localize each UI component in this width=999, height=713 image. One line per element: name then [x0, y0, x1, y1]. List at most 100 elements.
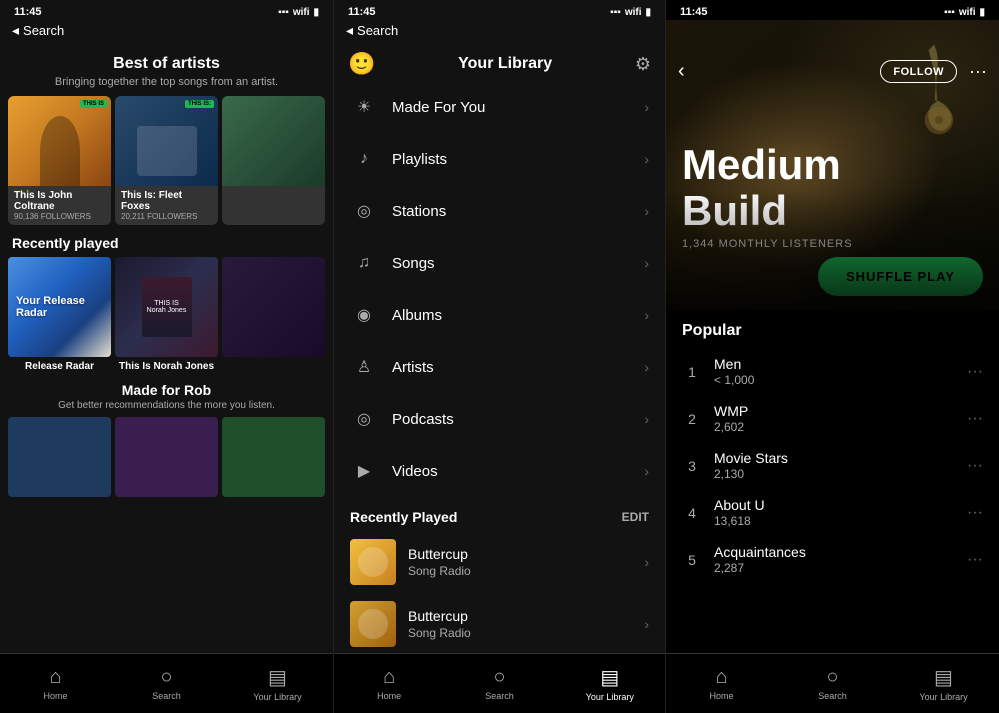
popular-track-1[interactable]: 1 Men < 1,000 ··· — [682, 348, 983, 395]
more-icon-5[interactable]: ··· — [967, 551, 983, 569]
back-arrow-p1[interactable]: ◂ — [12, 22, 19, 39]
menu-item-albums[interactable]: ◉ Albums › — [334, 289, 665, 341]
recently-item-buttercup2[interactable]: Buttercup Song Radio › — [334, 593, 665, 655]
chevron-stations: › — [644, 203, 649, 219]
albums-icon: ◉ — [350, 301, 378, 329]
nav-search-p1[interactable]: ○ Search — [111, 666, 222, 701]
artist-card-extra[interactable] — [222, 96, 325, 225]
made-for-title: Made for Rob — [12, 382, 321, 398]
videos-icon: ▶ — [350, 457, 378, 485]
artist-card-ff[interactable]: THIS IS: This Is: Fleet Foxes 20,211 FOL… — [115, 96, 218, 225]
made-card-1[interactable] — [8, 417, 111, 497]
signal-icon-p3: ▪▪▪ — [944, 7, 955, 18]
artist-name-ff: This Is: Fleet Foxes — [121, 190, 212, 212]
recent-card-nj[interactable]: THIS ISNorah Jones This Is Norah Jones — [115, 257, 218, 372]
recently-played-title: Recently played — [0, 225, 333, 257]
panel-artist: 11:45 ▪▪▪ wifi ▮ ‹ FOLLOW ··· Medium — [666, 0, 999, 713]
popular-track-4[interactable]: 4 About U 13,618 ··· — [682, 489, 983, 536]
time-p1: 11:45 — [14, 6, 42, 18]
recent-card-extra[interactable] — [222, 257, 325, 372]
menu-label-podcasts: Podcasts — [392, 411, 644, 428]
nav-bar-p1: ◂ Search — [0, 20, 333, 45]
track-info-5: Acquaintances 2,287 — [714, 544, 967, 575]
nav-library-p1[interactable]: ▤ Your Library — [222, 665, 333, 702]
more-icon-4[interactable]: ··· — [967, 504, 983, 522]
menu-label-albums: Albums — [392, 307, 644, 324]
thumb-buttercup2 — [350, 601, 396, 647]
menu-item-podcasts[interactable]: ◎ Podcasts › — [334, 393, 665, 445]
sun-icon: ☀ — [350, 93, 378, 121]
follow-button[interactable]: FOLLOW — [880, 60, 957, 83]
search-icon-p1: ○ — [160, 666, 172, 689]
chevron-buttercup1: › — [644, 554, 649, 570]
popular-track-3[interactable]: 3 Movie Stars 2,130 ··· — [682, 442, 983, 489]
home-icon-p3: ⌂ — [715, 666, 727, 689]
back-arrow-p2[interactable]: ◂ — [346, 22, 353, 39]
more-icon-2[interactable]: ··· — [967, 410, 983, 428]
chevron-songs: › — [644, 255, 649, 271]
popular-title: Popular — [682, 322, 983, 340]
menu-item-artists[interactable]: ♙ Artists › — [334, 341, 665, 393]
artists-icon: ♙ — [350, 353, 378, 381]
chevron-made-for-you: › — [644, 99, 649, 115]
menu-label-artists: Artists — [392, 359, 644, 376]
status-icons-p3: ▪▪▪ wifi ▮ — [944, 7, 985, 18]
back-btn-p3[interactable]: ‹ — [678, 60, 685, 83]
rank-5: 5 — [682, 552, 702, 568]
p3-hero: ‹ FOLLOW ··· Medium Build 1,344 MONTHLY … — [666, 20, 999, 310]
more-icon-3[interactable]: ··· — [967, 457, 983, 475]
playlist-icon: ♪ — [350, 145, 378, 173]
track-info-4: About U 13,618 — [714, 497, 967, 528]
popular-track-2[interactable]: 2 WMP 2,602 ··· — [682, 395, 983, 442]
recently-info-buttercup2: Buttercup Song Radio — [408, 608, 644, 640]
nav-search-label-p2[interactable]: Search — [357, 23, 398, 38]
nav-search-label-p1[interactable]: Search — [23, 23, 64, 38]
artist-name-jc: This Is John Coltrane — [14, 190, 105, 212]
more-icon-1[interactable]: ··· — [967, 363, 983, 381]
thumb-buttercup1 — [350, 539, 396, 585]
search-label-p3: Search — [818, 691, 847, 701]
track-plays-4: 13,618 — [714, 514, 967, 528]
library-label-p1: Your Library — [253, 692, 301, 702]
track-info-2: WMP 2,602 — [714, 403, 967, 434]
library-label-p2: Your Library — [586, 692, 634, 702]
recent-card-radar[interactable]: Your Release Radar Release Radar — [8, 257, 111, 372]
hero-subtitle-p1: Bringing together the top songs from an … — [20, 76, 313, 88]
recently-item-buttercup1[interactable]: Buttercup Song Radio › — [334, 531, 665, 593]
station-icon: ◎ — [350, 197, 378, 225]
podcasts-icon: ◎ — [350, 405, 378, 433]
recently-sub-buttercup2: Song Radio — [408, 626, 644, 640]
recently-sub-buttercup1: Song Radio — [408, 564, 644, 578]
bottom-nav-p1: ⌂ Home ○ Search ▤ Your Library — [0, 653, 333, 713]
artist-followers-ff: 20,211 FOLLOWERS — [121, 212, 212, 221]
nav-home-p1[interactable]: ⌂ Home — [0, 666, 111, 701]
made-card-2[interactable] — [115, 417, 218, 497]
more-button[interactable]: ··· — [969, 60, 987, 83]
artist-card-jc[interactable]: THIS IS This Is John Coltrane 90,136 FOL… — [8, 96, 111, 225]
radar-text-radar: Radar — [16, 307, 47, 319]
artist-card-label-jc: This Is John Coltrane 90,136 FOLLOWERS — [8, 186, 111, 225]
radar-text-your: Your Release — [16, 295, 85, 307]
nav-library-p2[interactable]: ▤ Your Library — [555, 665, 665, 702]
menu-item-songs[interactable]: ♫ Songs › — [334, 237, 665, 289]
nav-home-p2[interactable]: ⌂ Home — [334, 666, 444, 701]
nav-search-p3[interactable]: ○ Search — [777, 666, 888, 701]
library-icon-p3: ▤ — [934, 665, 953, 690]
nav-search-p2[interactable]: ○ Search — [444, 666, 554, 701]
menu-item-videos[interactable]: ▶ Videos › — [334, 445, 665, 497]
menu-item-made-for-you[interactable]: ☀ Made For You › — [334, 81, 665, 133]
menu-item-stations[interactable]: ◎ Stations › — [334, 185, 665, 237]
search-label-p2: Search — [485, 691, 514, 701]
recently-name-buttercup2: Buttercup — [408, 608, 644, 624]
recent-title-nj: This Is Norah Jones — [115, 361, 218, 372]
made-card-3[interactable] — [222, 417, 325, 497]
edit-button[interactable]: EDIT — [622, 510, 649, 524]
songs-icon: ♫ — [350, 249, 378, 277]
gear-icon-p2[interactable]: ⚙ — [635, 54, 651, 75]
menu-item-playlists[interactable]: ♪ Playlists › — [334, 133, 665, 185]
nav-home-p3[interactable]: ⌂ Home — [666, 666, 777, 701]
popular-track-5[interactable]: 5 Acquaintances 2,287 ··· — [682, 536, 983, 583]
time-p2: 11:45 — [348, 6, 376, 18]
hero-top-actions: FOLLOW ··· — [880, 60, 987, 83]
nav-library-p3[interactable]: ▤ Your Library — [888, 665, 999, 702]
